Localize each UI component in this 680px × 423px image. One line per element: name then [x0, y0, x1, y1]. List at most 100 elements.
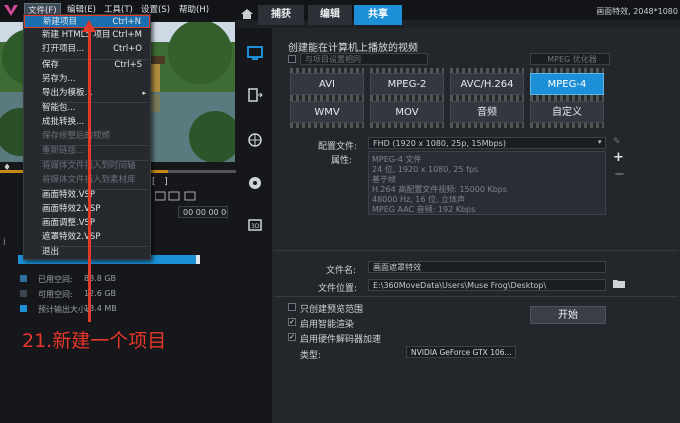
- tab[interactable]: 捕获: [258, 5, 304, 25]
- file-menu-item[interactable]: 保存 Ctrl+S: [24, 59, 150, 72]
- file-menu-item-label: 保存修整后的视频: [42, 131, 111, 141]
- annotation-text: 21.新建一个项目: [22, 330, 167, 352]
- format-button[interactable]: MPEG-2: [370, 73, 444, 95]
- storage-bar-end: [196, 255, 200, 264]
- option-checkbox[interactable]: ✓: [288, 333, 296, 341]
- option-checkbox[interactable]: ✓: [288, 318, 296, 326]
- file-menu-item-label: 新建 HTML5 项目: [42, 30, 111, 40]
- file-menu-item-label: 新建项目: [43, 17, 78, 27]
- option-label: 启用硬件解码器加速: [300, 335, 382, 345]
- file-menu-item[interactable]: 退出: [24, 246, 150, 259]
- shortcut-label: Ctrl+N: [112, 17, 141, 27]
- format-button[interactable]: AVC/H.264: [450, 73, 524, 95]
- stat-label: 预计输出大小:: [38, 305, 89, 314]
- legend-swatch: [20, 290, 27, 297]
- same-as-project-checkbox[interactable]: [288, 55, 296, 63]
- stat-label: 可用空间:: [38, 290, 73, 299]
- file-menu-item[interactable]: 将媒体文件插入到时间轴: [24, 160, 150, 173]
- location-input[interactable]: E:\360MoveData\Users\Muse Frog\Desktop\: [368, 279, 606, 291]
- profile-label: 配置文件:: [318, 142, 358, 152]
- svg-text:3D: 3D: [251, 223, 260, 230]
- menu-item[interactable]: 帮助(H): [176, 3, 212, 17]
- submenu-arrow-icon: ▸: [142, 89, 146, 97]
- file-menu-item-label: 退出: [42, 247, 60, 257]
- format-button[interactable]: 音频: [450, 101, 524, 123]
- chevron-down-icon: ▾: [598, 138, 602, 146]
- web-icon[interactable]: [246, 131, 264, 149]
- 3d-icon[interactable]: 3D: [246, 216, 264, 234]
- file-menu-item[interactable]: 画面特效.VSP: [24, 189, 150, 202]
- divider: [274, 296, 678, 297]
- folder-icon[interactable]: [612, 277, 626, 289]
- start-button[interactable]: 开始: [530, 306, 606, 324]
- format-button[interactable]: WMV: [290, 101, 364, 123]
- format-button[interactable]: MPEG-4: [530, 73, 604, 95]
- shortcut-label: Ctrl+S: [114, 60, 142, 70]
- location-label: 文件位置:: [318, 284, 358, 294]
- gpu-select[interactable]: NVIDIA GeForce GTX 106...: [406, 346, 516, 358]
- mpeg-optimizer-button[interactable]: MPEG 优化器: [530, 53, 610, 65]
- same-as-project-label: 与项目设置相同: [300, 53, 428, 65]
- tab[interactable]: 编辑: [308, 5, 352, 25]
- film-strip: [370, 123, 444, 128]
- file-menu-item[interactable]: 导出为模板... ▸: [24, 87, 150, 100]
- file-menu-item-label: 保存: [42, 60, 60, 70]
- timecode[interactable]: 00 00 00 00: [178, 206, 228, 218]
- file-menu-item-label: 遮罩特效2.VSP: [42, 232, 101, 242]
- type-label: 类型:: [300, 351, 322, 361]
- add-profile-icon[interactable]: +: [613, 150, 624, 165]
- file-menu-item[interactable]: 成批转换...: [24, 116, 150, 129]
- stat-label: 已用空间:: [38, 275, 73, 284]
- filename-input[interactable]: 画面遮罩特效: [368, 261, 606, 273]
- shortcut-label: Ctrl+O: [113, 44, 142, 54]
- file-menu-item-label: 导出为模板...: [42, 88, 93, 98]
- file-menu-item[interactable]: 智能包...: [24, 102, 150, 115]
- file-menu-item-label: 成批转换...: [42, 117, 85, 127]
- shortcut-label: Ctrl+M: [112, 30, 142, 40]
- home-icon[interactable]: [240, 8, 254, 20]
- volume-icon[interactable]: ♦: [3, 163, 11, 173]
- file-menu-item[interactable]: 画面调整.VSP: [24, 217, 150, 230]
- filename-label: 文件名:: [326, 266, 357, 276]
- window-title: 画面特效, 2048*1080: [596, 7, 678, 16]
- edit-icon[interactable]: ✎: [613, 137, 621, 147]
- info-icon: i: [3, 237, 6, 248]
- trim-controls[interactable]: [ ]: [152, 177, 168, 187]
- annotation-arrow-head: [82, 20, 96, 32]
- film-strip: [530, 123, 604, 128]
- device-icon[interactable]: [246, 86, 264, 104]
- share-heading: 创建能在计算机上播放的视频: [288, 43, 418, 54]
- film-strip: [450, 123, 524, 128]
- format-button[interactable]: AVI: [290, 73, 364, 95]
- playback-icons[interactable]: [154, 190, 215, 202]
- computer-icon[interactable]: [246, 44, 264, 62]
- film-strip: [290, 123, 364, 128]
- property-line: MPEG AAC 音频: 192 Kbps: [372, 205, 476, 214]
- tab[interactable]: 共享: [354, 5, 402, 25]
- app-logo-icon: [3, 3, 19, 17]
- remove-profile-icon[interactable]: −: [614, 167, 625, 182]
- file-menu-item[interactable]: 遮罩特效2.VSP: [24, 231, 150, 244]
- file-menu-item[interactable]: 画面特效2.VSP: [24, 203, 150, 216]
- profile-select[interactable]: FHD (1920 x 1080, 25p, 15Mbps): [368, 137, 606, 149]
- file-menu-item-label: 打开项目...: [42, 44, 85, 54]
- file-menu-item-label: 另存为...: [42, 74, 76, 84]
- file-menu-item[interactable]: 打开项目... Ctrl+O: [24, 43, 150, 56]
- option-checkbox[interactable]: [288, 303, 296, 311]
- file-menu-item[interactable]: 另存为...: [24, 73, 150, 86]
- option-label: 启用智能渲染: [300, 320, 355, 330]
- annotation-arrow-line: [88, 22, 91, 322]
- properties-label: 属性:: [331, 156, 353, 166]
- option-label: 只创建预览范围: [300, 305, 364, 315]
- legend-swatch: [20, 305, 27, 312]
- file-menu-item[interactable]: 将媒体文件插入到素材库: [24, 174, 150, 187]
- disc-icon[interactable]: [246, 174, 264, 192]
- format-button[interactable]: 自定义: [530, 101, 604, 123]
- file-menu-item[interactable]: 保存修整后的视频: [24, 130, 150, 143]
- file-menu-item[interactable]: 重新链接...: [24, 145, 150, 158]
- file-menu-item-label: 智能包...: [42, 103, 76, 113]
- format-button[interactable]: MOV: [370, 101, 444, 123]
- file-menu-item-label: 画面特效2.VSP: [42, 204, 101, 214]
- file-menu-item-label: 重新链接...: [42, 146, 85, 156]
- legend-swatch: [20, 275, 27, 282]
